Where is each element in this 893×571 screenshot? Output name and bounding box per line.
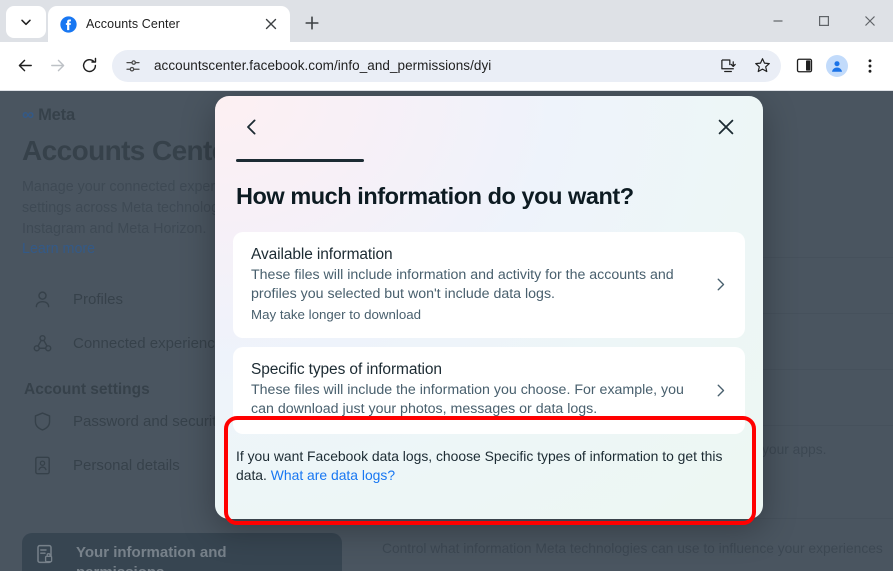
shield-icon: [34, 411, 51, 431]
profile-avatar-button[interactable]: [826, 54, 848, 77]
tab-accounts-center[interactable]: Accounts Center: [48, 6, 290, 42]
chevron-down-icon: [21, 19, 31, 26]
account-avatar-icon: [832, 60, 842, 72]
reload-button[interactable]: [74, 51, 104, 81]
option-note: May take longer to download: [251, 306, 422, 322]
option-title: Available information: [251, 246, 393, 263]
chevron-right-icon: [709, 277, 731, 292]
new-tab-button[interactable]: [298, 9, 326, 37]
address-bar[interactable]: accountscenter.facebook.com/info_and_per…: [112, 49, 781, 82]
page-settings-icon[interactable]: [120, 53, 146, 79]
dialog-close-button[interactable]: [710, 111, 742, 143]
option-specific-types-of-information[interactable]: Specific types of information These file…: [233, 346, 745, 434]
connected-nodes-icon: [33, 334, 52, 352]
facebook-icon: [60, 15, 77, 33]
side-panel-button[interactable]: [789, 51, 819, 81]
option-body: Specific types of information These file…: [251, 361, 701, 420]
dialog-title: How much information do you want?: [236, 183, 634, 209]
chevron-right-icon: [709, 383, 731, 398]
browser-window: Accounts Center accountscenter.facebook.…: [0, 0, 893, 571]
close-window-button[interactable]: [847, 0, 893, 42]
sidebar-item-label: Personal details: [73, 456, 180, 474]
person-icon: [35, 290, 50, 307]
option-list: Available information These files will i…: [233, 232, 745, 434]
close-icon: [865, 16, 875, 26]
three-dot-menu-icon: [868, 58, 872, 73]
option-description: These files will include the information…: [251, 381, 684, 418]
bookmark-star-icon[interactable]: [749, 53, 775, 79]
close-icon: [718, 119, 734, 135]
forward-button[interactable]: [42, 51, 72, 81]
dialog-back-button[interactable]: [236, 111, 268, 143]
maximize-button[interactable]: [801, 0, 847, 42]
how-much-information-dialog: How much information do you want? Availa…: [215, 96, 763, 519]
option-description: These files will include information and…: [251, 267, 674, 303]
browser-toolbar: accountscenter.facebook.com/info_and_per…: [0, 42, 893, 90]
back-arrow-icon: [18, 59, 32, 72]
reload-icon: [82, 57, 96, 73]
sidebar-item-label: Password and security: [73, 412, 224, 430]
progress-indicator: [236, 159, 364, 162]
id-card-icon: [35, 456, 50, 474]
dialog-header: [215, 96, 763, 158]
page-viewport: ∞ Meta Accounts Center Manage your conne…: [0, 91, 893, 571]
option-available-information[interactable]: Available information These files will i…: [233, 232, 745, 338]
install-app-icon[interactable]: [715, 53, 741, 79]
minimize-icon: [773, 20, 783, 22]
what-are-data-logs-link[interactable]: What are data logs?: [271, 467, 395, 483]
sidebar-item-label: Connected experiences: [73, 334, 231, 352]
content-text: Control what information Meta technologi…: [382, 541, 883, 556]
content-text: your apps.: [762, 442, 827, 457]
browser-menu-button[interactable]: [855, 51, 885, 81]
forward-arrow-icon: [50, 59, 64, 72]
toolbar-right-actions: [789, 51, 885, 81]
plus-icon: [305, 16, 319, 30]
document-lock-icon: [37, 544, 53, 564]
meta-infinity-logo: ∞: [22, 105, 34, 124]
dialog-footer-note: If you want Facebook data logs, choose S…: [236, 447, 742, 486]
tab-title: Accounts Center: [86, 17, 180, 31]
tab-strip: Accounts Center: [0, 0, 893, 42]
url-text[interactable]: accountscenter.facebook.com/info_and_per…: [154, 58, 707, 73]
sidebar-item-label: Profiles: [73, 290, 124, 308]
option-title: Specific types of information: [251, 360, 442, 378]
window-controls: [755, 0, 893, 42]
option-body: Available information These files will i…: [251, 246, 701, 324]
back-button[interactable]: [10, 51, 40, 81]
maximize-icon: [819, 16, 830, 27]
tab-search-button[interactable]: [6, 6, 46, 38]
sidebar-item-your-information-and-permissions[interactable]: Your information and permissions: [22, 533, 342, 571]
minimize-button[interactable]: [755, 0, 801, 42]
back-chevron-icon: [247, 119, 256, 135]
tab-close-icon[interactable]: [261, 14, 281, 34]
meta-wordmark: Meta: [38, 105, 75, 124]
side-panel-icon: [796, 58, 812, 73]
sidebar-item-label: Your information and permissions: [76, 544, 227, 571]
